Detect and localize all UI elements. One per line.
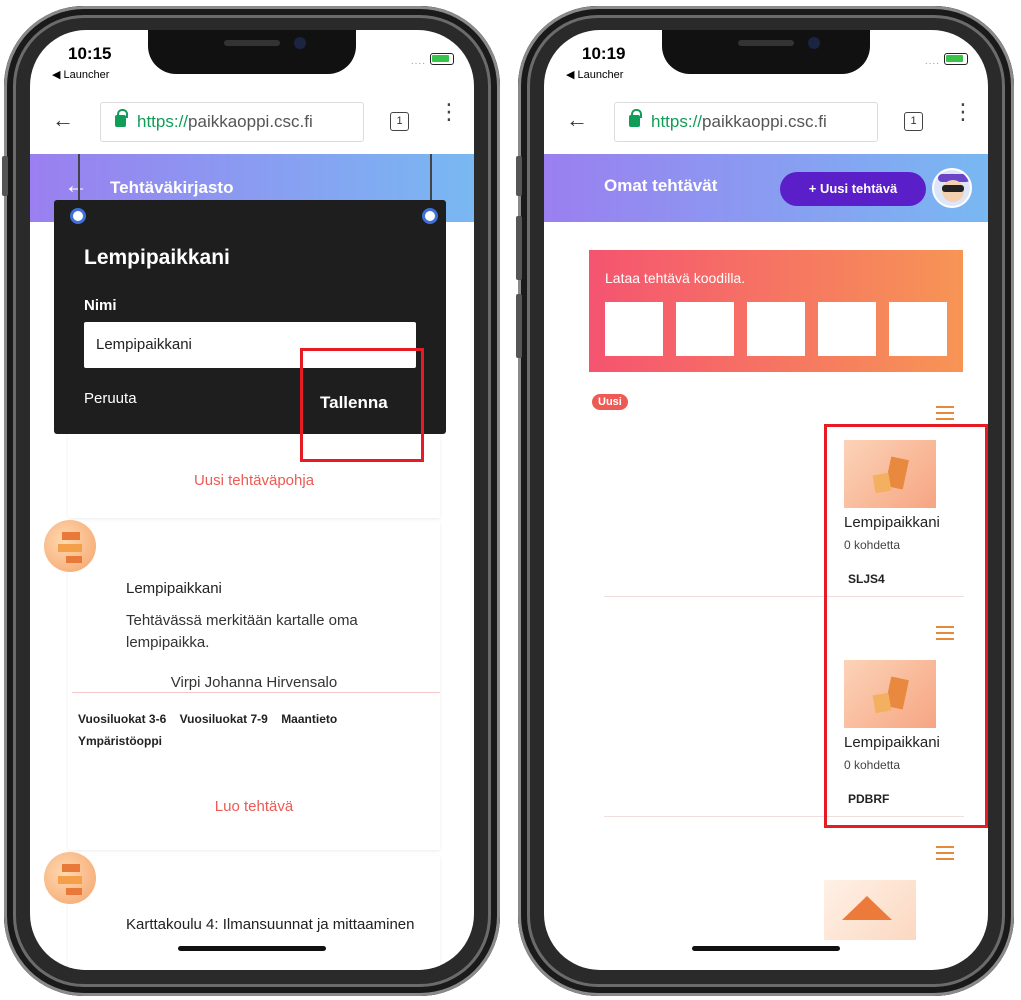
pin-icon (70, 208, 86, 224)
battery-icon (944, 53, 968, 65)
code-slot-5[interactable] (889, 302, 947, 356)
lock-icon (115, 109, 128, 127)
tag: Vuosiluokat 7-9 (179, 712, 268, 726)
address-bar[interactable]: https://paikkaoppi.csc.fi (100, 102, 364, 142)
code-slot-1[interactable] (605, 302, 663, 356)
task-thumbnail (44, 852, 96, 904)
url-host: paikkaoppi.csc.fi (702, 112, 827, 131)
more-menu-icon[interactable]: ⋮ (952, 101, 974, 123)
task-thumbnail (44, 520, 96, 572)
name-label: Nimi (84, 297, 117, 314)
pin-icon (422, 208, 438, 224)
new-template-link[interactable]: Uusi tehtäväpohja (68, 472, 440, 489)
mute-switch (516, 156, 522, 196)
volume-up-button (516, 216, 522, 280)
task-name: Karttakoulu 4: Ilmansuunnat ja mittaamin… (126, 916, 415, 933)
mute-switch (2, 156, 8, 196)
url-scheme: https:// (651, 112, 703, 131)
create-task-link[interactable]: Luo tehtävä (68, 798, 440, 815)
address-bar[interactable]: https://paikkaoppi.csc.fi (614, 102, 878, 142)
tabs-count-icon[interactable]: 1 (390, 112, 409, 131)
back-arrow-icon[interactable]: ← (566, 107, 588, 133)
task-tags: Vuosiluokat 3-6 Vuosiluokat 7-9 Maantiet… (78, 708, 398, 752)
code-slot-2[interactable] (676, 302, 734, 356)
screen-left: 10:15 ◀ Launcher .... ← https://paikkaop… (30, 30, 474, 970)
task-description: Tehtävässä merkitään kartalle oma lempip… (126, 612, 358, 651)
task-author: Virpi Johanna Hirvensalo (170, 674, 338, 691)
dialog-title: Lempipaikkani (84, 246, 230, 269)
new-task-button[interactable]: + Uusi tehtävä (780, 172, 926, 206)
signal-icon: .... (410, 56, 426, 67)
code-slot-4[interactable] (818, 302, 876, 356)
code-prompt: Lataa tehtävä koodilla. (605, 270, 746, 286)
new-badge: Uusi (592, 394, 628, 410)
more-menu-icon[interactable]: ⋮ (438, 101, 460, 123)
volume-down-button (516, 294, 522, 358)
app-header: Omat tehtävät + Uusi tehtävä (544, 154, 988, 222)
task-card: Lempipaikkani Tehtävässä merkitään karta… (68, 522, 440, 850)
tabs-count-icon[interactable]: 1 (904, 112, 923, 131)
highlight-box (824, 424, 988, 828)
back-arrow-icon[interactable]: ← (64, 172, 88, 200)
battery-icon (430, 53, 454, 65)
screen-right: 10:19 ◀ Launcher .... ← https://paikkaop… (544, 30, 988, 970)
back-to-launcher[interactable]: ◀ Launcher (566, 68, 623, 81)
tag: Ympäristöoppi (78, 734, 163, 748)
page-title: Omat tehtävät (604, 176, 718, 195)
tag: Maantieto (281, 712, 338, 726)
url-scheme: https:// (137, 112, 189, 131)
browser-toolbar: ← https://paikkaoppi.csc.fi 1 ⋮ (30, 92, 474, 154)
notch (662, 30, 870, 74)
tag: Vuosiluokat 3-6 (78, 712, 167, 726)
url-host: paikkaoppi.csc.fi (188, 112, 313, 131)
menu-icon[interactable] (936, 406, 954, 420)
clock: 10:19 (582, 44, 626, 63)
avatar[interactable] (932, 168, 972, 208)
divider (72, 692, 440, 693)
back-to-launcher[interactable]: ◀ Launcher (52, 68, 109, 81)
code-slot-3[interactable] (747, 302, 805, 356)
task-card: Karttakoulu 4: Ilmansuunnat ja mittaamin… (68, 856, 440, 970)
task-name: Lempipaikkani (126, 580, 222, 597)
signal-icon: .... (924, 56, 940, 67)
phone-frame-right: 10:19 ◀ Launcher .... ← https://paikkaop… (516, 6, 1014, 996)
browser-toolbar: ← https://paikkaoppi.csc.fi 1 ⋮ (544, 92, 988, 154)
clock: 10:15 (68, 44, 112, 63)
highlight-box (300, 348, 424, 462)
phone-frame-left: 10:15 ◀ Launcher .... ← https://paikkaop… (2, 6, 500, 996)
home-indicator (178, 946, 326, 951)
menu-icon[interactable] (936, 846, 954, 860)
page-title: Tehtäväkirjasto (110, 178, 234, 197)
task-image (824, 880, 916, 940)
code-loader: Lataa tehtävä koodilla. (589, 250, 963, 372)
back-arrow-icon[interactable]: ← (52, 107, 74, 133)
cancel-button[interactable]: Peruuta (84, 390, 137, 407)
notch (148, 30, 356, 74)
lock-icon (629, 109, 642, 127)
home-indicator (692, 946, 840, 951)
